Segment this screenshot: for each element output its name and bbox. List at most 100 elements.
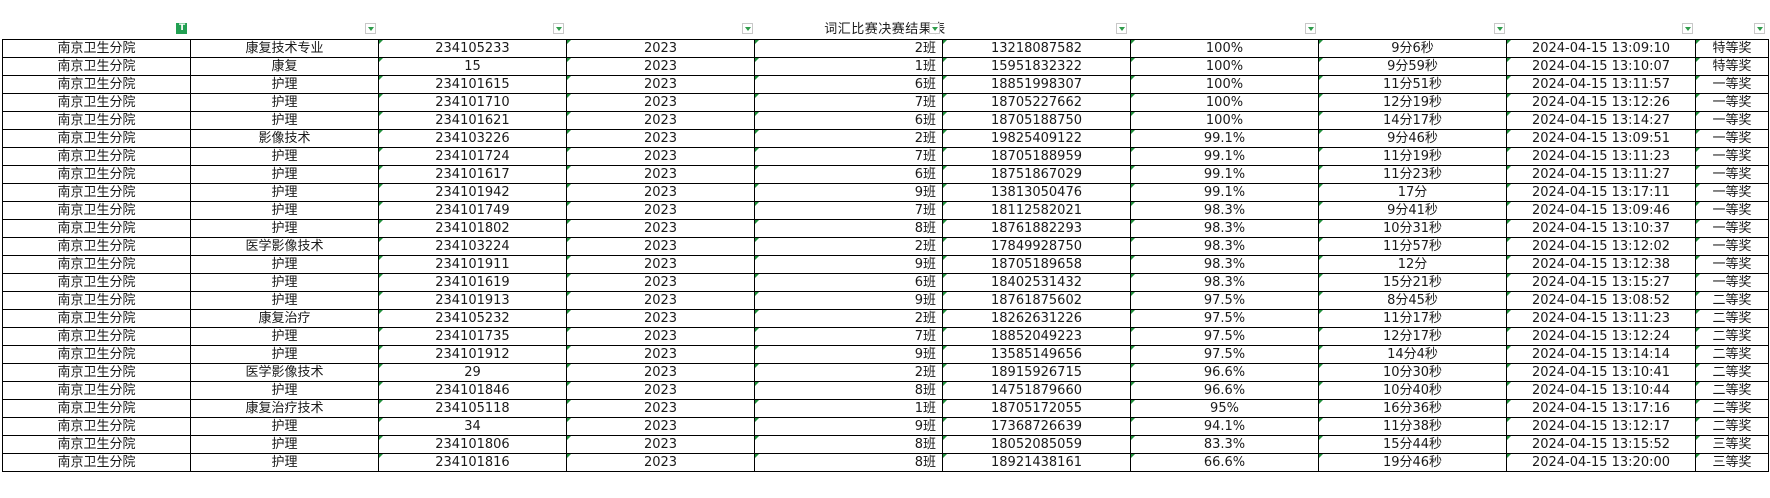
class-cell[interactable]: 8班 — [754, 381, 943, 400]
accuracy-cell[interactable]: 97.5% — [1130, 345, 1319, 364]
major-cell[interactable]: 影像技术 — [190, 129, 379, 148]
phone-cell[interactable]: 15951832322 — [942, 57, 1131, 76]
submit-time-cell[interactable]: 2024-04-15 13:11:27 — [1506, 165, 1696, 184]
school-cell[interactable]: 南京卫生分院 — [2, 273, 191, 292]
table-row[interactable]: 南京卫生分院 护理 234101724 2023 7班 18705188959 99.1% 1… — [2, 147, 1769, 166]
duration-cell[interactable]: 15分44秒 — [1318, 435, 1507, 454]
duration-cell[interactable]: 16分36秒 — [1318, 399, 1507, 418]
major-cell[interactable]: 护理 — [190, 417, 379, 436]
class-cell[interactable]: 9班 — [754, 183, 943, 202]
school-cell[interactable]: 南京卫生分院 — [2, 417, 191, 436]
accuracy-cell[interactable]: 99.1% — [1130, 147, 1319, 166]
accuracy-cell[interactable]: 100% — [1130, 93, 1319, 112]
grade-cell[interactable]: 2023 — [566, 381, 755, 400]
duration-cell[interactable]: 9分41秒 — [1318, 201, 1507, 220]
duration-cell[interactable]: 11分51秒 — [1318, 75, 1507, 94]
phone-cell[interactable]: 18761875602 — [942, 291, 1131, 310]
major-cell[interactable]: 护理 — [190, 435, 379, 454]
class-cell[interactable]: 8班 — [754, 219, 943, 238]
submit-time-cell[interactable]: 2024-04-15 13:11:57 — [1506, 75, 1696, 94]
submit-time-cell[interactable]: 2024-04-15 13:17:16 — [1506, 399, 1696, 418]
table-row[interactable]: 南京卫生分院 护理 234101621 2023 6班 18705188750 100% 14… — [2, 111, 1769, 130]
class-cell[interactable]: 8班 — [754, 453, 943, 472]
accuracy-cell[interactable]: 100% — [1130, 39, 1319, 58]
student-id-cell[interactable]: 29 — [378, 363, 567, 382]
duration-cell[interactable]: 19分46秒 — [1318, 453, 1507, 472]
major-cell[interactable]: 护理 — [190, 183, 379, 202]
submit-time-cell[interactable]: 2024-04-15 13:09:46 — [1506, 201, 1696, 220]
major-cell[interactable]: 护理 — [190, 381, 379, 400]
table-row[interactable]: 南京卫生分院 护理 234101617 2023 6班 18751867029 99.1% 1… — [2, 165, 1769, 184]
student-id-cell[interactable]: 34 — [378, 417, 567, 436]
award-cell[interactable]: 一等奖 — [1695, 183, 1769, 202]
accuracy-cell[interactable]: 98.3% — [1130, 273, 1319, 292]
student-id-cell[interactable]: 234101942 — [378, 183, 567, 202]
class-cell[interactable]: 2班 — [754, 309, 943, 328]
filter-dropdown-icon[interactable] — [1305, 23, 1316, 34]
major-cell[interactable]: 护理 — [190, 201, 379, 220]
table-row[interactable]: 南京卫生分院 影像技术 234103226 2023 2班 19825409122 99.1… — [2, 129, 1769, 148]
school-cell[interactable]: 南京卫生分院 — [2, 129, 191, 148]
school-cell[interactable]: 南京卫生分院 — [2, 291, 191, 310]
accuracy-cell[interactable]: 94.1% — [1130, 417, 1319, 436]
table-row[interactable]: 南京卫生分院 护理 234101619 2023 6班 18402531432 98.3% 1… — [2, 273, 1769, 292]
duration-cell[interactable]: 15分21秒 — [1318, 273, 1507, 292]
grade-cell[interactable]: 2023 — [566, 183, 755, 202]
class-cell[interactable]: 2班 — [754, 129, 943, 148]
accuracy-cell[interactable]: 98.3% — [1130, 255, 1319, 274]
class-cell[interactable]: 9班 — [754, 345, 943, 364]
grade-cell[interactable]: 2023 — [566, 219, 755, 238]
school-cell[interactable]: 南京卫生分院 — [2, 255, 191, 274]
grade-cell[interactable]: 2023 — [566, 39, 755, 58]
award-cell[interactable]: 一等奖 — [1695, 75, 1769, 94]
duration-cell[interactable]: 11分17秒 — [1318, 309, 1507, 328]
student-id-cell[interactable]: 234101911 — [378, 255, 567, 274]
school-cell[interactable]: 南京卫生分院 — [2, 237, 191, 256]
filter-dropdown-icon[interactable] — [365, 23, 376, 34]
student-id-cell[interactable]: 234103224 — [378, 237, 567, 256]
duration-cell[interactable]: 10分40秒 — [1318, 381, 1507, 400]
duration-cell[interactable]: 9分59秒 — [1318, 57, 1507, 76]
duration-cell[interactable]: 10分30秒 — [1318, 363, 1507, 382]
class-cell[interactable]: 7班 — [754, 201, 943, 220]
duration-cell[interactable]: 11分57秒 — [1318, 237, 1507, 256]
submit-time-cell[interactable]: 2024-04-15 13:12:02 — [1506, 237, 1696, 256]
submit-time-cell[interactable]: 2024-04-15 13:14:27 — [1506, 111, 1696, 130]
accuracy-cell[interactable]: 99.1% — [1130, 183, 1319, 202]
award-cell[interactable]: 一等奖 — [1695, 219, 1769, 238]
class-cell[interactable]: 9班 — [754, 255, 943, 274]
award-cell[interactable]: 一等奖 — [1695, 129, 1769, 148]
major-cell[interactable]: 医学影像技术 — [190, 237, 379, 256]
accuracy-cell[interactable]: 98.3% — [1130, 201, 1319, 220]
student-id-cell[interactable]: 234101710 — [378, 93, 567, 112]
class-cell[interactable]: 7班 — [754, 93, 943, 112]
major-cell[interactable]: 康复治疗技术 — [190, 399, 379, 418]
student-id-cell[interactable]: 234105232 — [378, 309, 567, 328]
duration-cell[interactable]: 12分 — [1318, 255, 1507, 274]
accuracy-cell[interactable]: 99.1% — [1130, 165, 1319, 184]
student-id-cell[interactable]: 234101806 — [378, 435, 567, 454]
duration-cell[interactable]: 17分 — [1318, 183, 1507, 202]
award-cell[interactable]: 三等奖 — [1695, 435, 1769, 454]
table-row[interactable]: 南京卫生分院 护理 234101913 2023 9班 18761875602 97.5% 8… — [2, 291, 1769, 310]
school-cell[interactable]: 南京卫生分院 — [2, 201, 191, 220]
grade-cell[interactable]: 2023 — [566, 453, 755, 472]
table-row[interactable]: 南京卫生分院 护理 234101710 2023 7班 18705227662 100% 12… — [2, 93, 1769, 112]
submit-time-cell[interactable]: 2024-04-15 13:10:37 — [1506, 219, 1696, 238]
phone-cell[interactable]: 13813050476 — [942, 183, 1131, 202]
school-cell[interactable]: 南京卫生分院 — [2, 93, 191, 112]
student-id-cell[interactable]: 234101749 — [378, 201, 567, 220]
award-cell[interactable]: 二等奖 — [1695, 399, 1769, 418]
class-cell[interactable]: 7班 — [754, 147, 943, 166]
student-id-cell[interactable]: 234101912 — [378, 345, 567, 364]
grade-cell[interactable]: 2023 — [566, 291, 755, 310]
grade-cell[interactable]: 2023 — [566, 309, 755, 328]
class-cell[interactable]: 1班 — [754, 399, 943, 418]
major-cell[interactable]: 护理 — [190, 111, 379, 130]
award-cell[interactable]: 一等奖 — [1695, 111, 1769, 130]
table-row[interactable]: 南京卫生分院 护理 234101942 2023 9班 13813050476 99.1% 1… — [2, 183, 1769, 202]
school-cell[interactable]: 南京卫生分院 — [2, 435, 191, 454]
award-cell[interactable]: 特等奖 — [1695, 39, 1769, 58]
filter-active-icon[interactable]: T — [176, 23, 187, 34]
grade-cell[interactable]: 2023 — [566, 237, 755, 256]
